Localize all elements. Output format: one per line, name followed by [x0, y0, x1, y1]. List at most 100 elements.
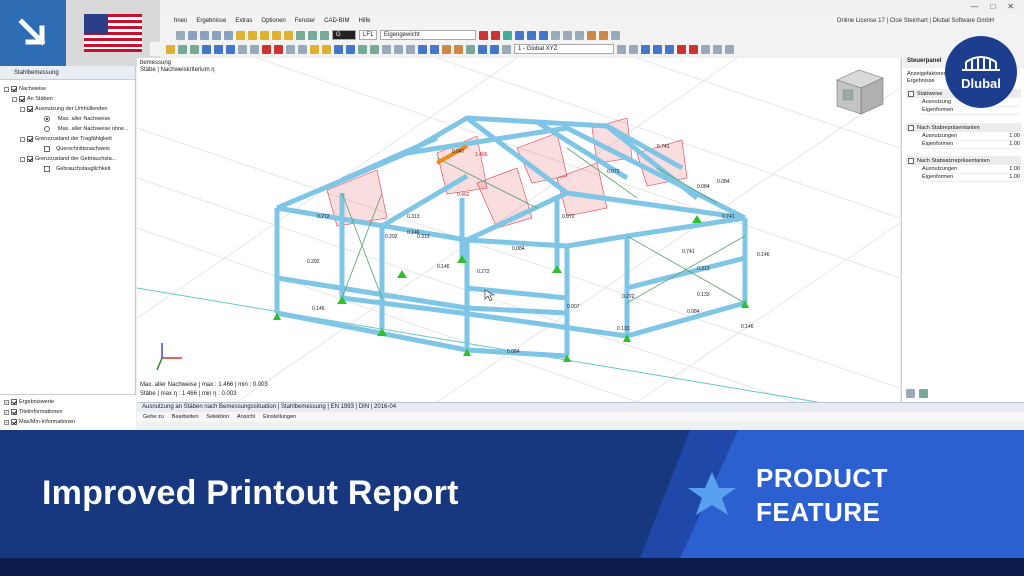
tool-icon[interactable]	[358, 44, 367, 54]
tree-item-ausnutzung[interactable]: - Ausnutzung der Umhüllenden	[20, 106, 107, 112]
checkbox[interactable]	[11, 86, 17, 92]
tree-item-titelinformationen[interactable]: + Titelinformationen	[4, 409, 63, 415]
collapse-icon[interactable]: -	[20, 106, 25, 112]
collapse-icon[interactable]: -	[12, 96, 17, 102]
tool-icon[interactable]	[502, 44, 511, 54]
tool-icon[interactable]	[212, 30, 221, 40]
tree-item-ergebniswerte[interactable]: + Ergebniswerte	[4, 399, 54, 405]
tool-icon[interactable]	[563, 30, 572, 40]
menu-item-ergebnisse[interactable]: Ergebnisse	[196, 18, 226, 24]
tool-icon[interactable]	[491, 30, 500, 40]
tool-icon[interactable]	[236, 30, 245, 40]
tool-icon[interactable]	[284, 30, 293, 40]
expand-icon[interactable]: +	[4, 409, 9, 415]
tool-icon[interactable]	[286, 44, 295, 54]
section-stabrepraesentanten[interactable]: Nach Stabrepräsentanten	[906, 123, 1021, 132]
tool-icon[interactable]	[272, 30, 281, 40]
tool-icon[interactable]	[575, 30, 584, 40]
tab-icon[interactable]	[919, 389, 928, 398]
collapse-icon[interactable]: -	[20, 136, 25, 142]
results-menu-item[interactable]: Selektion	[206, 414, 229, 420]
coordinate-system-select[interactable]: 1 - Global XYZ	[514, 44, 614, 54]
tool-icon[interactable]	[190, 44, 199, 54]
tool-icon[interactable]	[418, 44, 427, 54]
radio-button[interactable]	[44, 126, 50, 132]
tool-icon[interactable]	[188, 30, 197, 40]
tool-icon[interactable]	[611, 30, 620, 40]
tree-item-querschnitt[interactable]: Querschnittsnachweis	[44, 146, 110, 152]
tree-item-gebrauchstauglichkeit[interactable]: Gebrauchstauglichkeit	[44, 166, 110, 172]
menu-item-cad-bim[interactable]: CAD-BIM	[324, 18, 349, 24]
tool-icon[interactable]	[320, 30, 329, 40]
tool-icon[interactable]	[322, 44, 331, 54]
checkbox[interactable]	[27, 136, 33, 142]
tool-icon[interactable]	[503, 30, 512, 40]
tool-icon[interactable]	[527, 30, 536, 40]
collapse-icon[interactable]: -	[4, 86, 9, 92]
tool-icon[interactable]	[178, 44, 187, 54]
loadcase-id[interactable]: LF1	[359, 30, 377, 40]
tool-icon[interactable]	[346, 44, 355, 54]
menu-item-hilfe[interactable]: Hilfe	[358, 18, 370, 24]
tool-icon[interactable]	[394, 44, 403, 54]
radio-button[interactable]	[44, 116, 50, 122]
menu-item-extras[interactable]: Extras	[235, 18, 252, 24]
checkbox[interactable]	[908, 90, 914, 97]
tool-icon[interactable]	[406, 44, 415, 54]
model-viewport[interactable]: bemessung Stäbe | Nachweiskriterium η 0.…	[137, 58, 900, 402]
checkbox[interactable]	[11, 399, 17, 405]
collapse-icon[interactable]: -	[20, 156, 25, 162]
loadcase-code[interactable]: G	[332, 30, 356, 40]
tool-icon[interactable]	[515, 30, 524, 40]
tool-icon[interactable]	[274, 44, 283, 54]
tool-icon[interactable]	[617, 44, 626, 54]
back-button[interactable]	[0, 0, 66, 66]
tab-icon[interactable]	[906, 389, 915, 398]
tool-icon[interactable]	[479, 30, 488, 40]
tool-icon[interactable]	[308, 30, 317, 40]
tool-icon[interactable]	[442, 44, 451, 54]
tool-icon[interactable]	[629, 44, 638, 54]
tool-icon[interactable]	[490, 44, 499, 54]
tool-icon[interactable]	[296, 30, 305, 40]
checkbox[interactable]	[44, 166, 50, 172]
tool-icon[interactable]	[250, 44, 259, 54]
navigation-cube-icon[interactable]	[836, 69, 884, 115]
tool-icon[interactable]	[587, 30, 596, 40]
tool-icon[interactable]	[677, 44, 686, 54]
results-menu-item[interactable]: Bearbeiten	[172, 414, 199, 420]
tool-icon[interactable]	[224, 30, 233, 40]
language-selector[interactable]	[66, 0, 160, 66]
tool-icon[interactable]	[214, 44, 223, 54]
checkbox[interactable]	[908, 157, 914, 164]
tree-item-maxmin[interactable]: + Max/Min-Informationen	[4, 419, 75, 425]
tree-item-max-aller[interactable]: Max. aller Nachweise	[44, 116, 110, 122]
tool-icon[interactable]	[200, 30, 209, 40]
tool-icon[interactable]	[226, 44, 235, 54]
tool-icon[interactable]	[262, 44, 271, 54]
tool-icon[interactable]	[466, 44, 475, 54]
tool-icon[interactable]	[166, 44, 175, 54]
checkbox[interactable]	[11, 409, 17, 415]
tool-icon[interactable]	[430, 44, 439, 54]
tool-icon[interactable]	[701, 44, 710, 54]
tool-icon[interactable]	[334, 44, 343, 54]
tool-icon[interactable]	[310, 44, 319, 54]
checkbox[interactable]	[11, 419, 17, 425]
tool-icon[interactable]	[725, 44, 734, 54]
results-menu-item[interactable]: Gehe zu	[143, 414, 164, 420]
tree-item-nachweise[interactable]: - Nachweise	[4, 86, 46, 92]
tool-icon[interactable]	[298, 44, 307, 54]
expand-icon[interactable]: +	[4, 419, 9, 425]
checkbox[interactable]	[908, 124, 914, 131]
close-icon[interactable]: ✕	[1007, 2, 1014, 11]
tool-icon[interactable]	[713, 44, 722, 54]
tool-icon[interactable]	[539, 30, 548, 40]
tool-icon[interactable]	[665, 44, 674, 54]
menu-item-berechnen[interactable]: hnen	[174, 18, 187, 24]
tool-icon[interactable]	[248, 30, 257, 40]
tool-icon[interactable]	[478, 44, 487, 54]
tool-icon[interactable]	[653, 44, 662, 54]
tree-item-gzt[interactable]: - Grenzzustand der Tragfähigkeit	[20, 136, 112, 142]
tool-icon[interactable]	[641, 44, 650, 54]
